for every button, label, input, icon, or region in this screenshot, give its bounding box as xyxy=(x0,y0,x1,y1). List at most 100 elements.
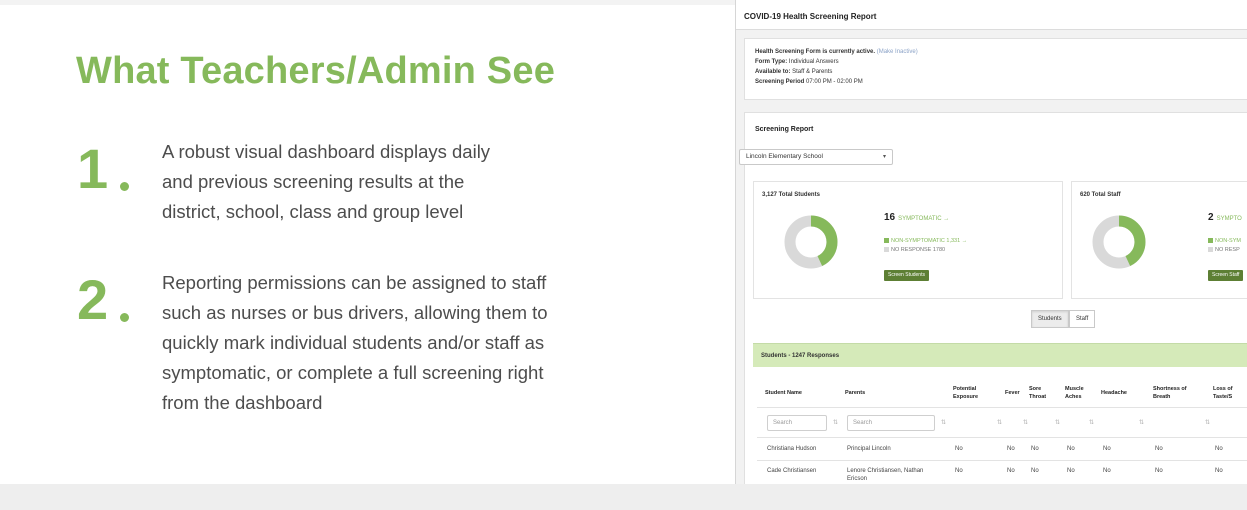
screening-period-line: Screening Period 07:00 PM - 02:00 PM xyxy=(755,79,863,85)
available-to-line: Available to: Staff & Parents xyxy=(755,69,832,75)
cell-value: No xyxy=(1031,468,1039,474)
students-donut-chart xyxy=(784,215,838,269)
legend-swatch xyxy=(1208,238,1213,244)
sort-icon[interactable]: ⇅ xyxy=(941,419,946,426)
school-select[interactable]: Lincoln Elementary School ▾ xyxy=(739,149,893,165)
school-select-value: Lincoln Elementary School xyxy=(746,153,823,160)
point-number-2: 2 xyxy=(77,268,109,331)
column-header[interactable]: Headache xyxy=(1101,389,1127,397)
cell-student-name: Cade Christiansen xyxy=(767,468,817,474)
form-info-card: Health Screening Form is currently activ… xyxy=(744,38,1247,100)
cell-student-name: Christiana Hudson xyxy=(767,446,817,452)
point-2-line: such as nurses or bus drivers, allowing … xyxy=(162,302,548,323)
screen-staff-button[interactable]: Screen Staff xyxy=(1208,270,1244,281)
total-staff-label: 620 Total Staff xyxy=(1080,192,1121,198)
staff-non-symptomatic-text: NON-SYM xyxy=(1215,238,1241,244)
responses-header: Students - 1247 Responses xyxy=(753,343,1247,367)
dashboard-screenshot: COVID-19 Health Screening Report Health … xyxy=(735,0,1247,484)
point-2-line: symptomatic, or complete a full screenin… xyxy=(162,362,544,383)
sort-icon[interactable]: ⇅ xyxy=(1205,419,1210,426)
row-divider xyxy=(757,407,1247,408)
make-inactive-link[interactable]: (Make Inactive) xyxy=(877,49,918,55)
cell-value: No xyxy=(1155,446,1163,452)
staff-symptomatic-label: SYMPTO xyxy=(1216,216,1242,222)
cell-value: No xyxy=(1103,468,1111,474)
legend-swatch xyxy=(884,247,889,253)
student-name-search[interactable]: Search xyxy=(767,415,827,431)
cell-value: No xyxy=(1031,446,1039,452)
point-2-line: quickly mark individual students and/or … xyxy=(162,332,545,353)
students-non-symptomatic[interactable]: NON-SYMPTOMATIC 1,331 → xyxy=(884,238,967,244)
sort-icon[interactable]: ⇅ xyxy=(1055,419,1060,426)
bottom-band xyxy=(0,484,1247,510)
staff-no-response-text: NO RESP xyxy=(1215,247,1240,253)
point-text-1: A robust visual dashboard displays daily… xyxy=(162,137,490,227)
dashboard-title: COVID-19 Health Screening Report xyxy=(744,12,877,21)
students-no-response-text: NO RESPONSE 1780 xyxy=(891,247,946,253)
students-symptomatic-label: SYMPTOMATIC → xyxy=(898,216,950,222)
point-2-line: from the dashboard xyxy=(162,392,323,413)
dashboard-header: COVID-19 Health Screening Report xyxy=(736,0,1247,30)
chevron-down-icon: ▾ xyxy=(882,154,886,160)
form-type-value: Individual Answers xyxy=(788,59,839,65)
sort-icon[interactable]: ⇅ xyxy=(997,419,1002,426)
point-text-2: Reporting permissions can be assigned to… xyxy=(162,268,548,418)
row-divider xyxy=(757,460,1247,461)
parents-search[interactable]: Search xyxy=(847,415,935,431)
column-header[interactable]: Muscle Aches xyxy=(1065,385,1091,401)
students-summary: 3,127 Total Students 16 SYMPTOMATIC → NON… xyxy=(753,181,1063,299)
point-dot-2 xyxy=(120,313,129,322)
tab-staff[interactable]: Staff xyxy=(1069,310,1096,328)
point-2-line: Reporting permissions can be assigned to… xyxy=(162,272,547,293)
cell-value: No xyxy=(955,468,963,474)
responses-table: Student Name Parents Potential Exposure … xyxy=(753,367,1247,484)
cell-value: No xyxy=(1067,446,1075,452)
total-students-label: 3,127 Total Students xyxy=(762,192,820,198)
column-header[interactable]: Student Name xyxy=(765,389,802,397)
available-to-label: Available to: xyxy=(755,69,791,75)
cell-value: No xyxy=(955,446,963,452)
students-symptomatic[interactable]: 16 SYMPTOMATIC → xyxy=(884,212,949,223)
form-type-line: Form Type: Individual Answers xyxy=(755,59,839,65)
screening-period-value: 07:00 PM - 02:00 PM xyxy=(806,79,863,85)
sort-icon[interactable]: ⇅ xyxy=(1023,419,1028,426)
cell-value: No xyxy=(1007,446,1015,452)
point-dot-1 xyxy=(120,182,129,191)
sort-icon[interactable]: ⇅ xyxy=(1089,419,1094,426)
cell-value: No xyxy=(1215,446,1223,452)
column-header[interactable]: Potential Exposure xyxy=(953,385,993,401)
available-to-value: Staff & Parents xyxy=(792,69,833,75)
form-type-label: Form Type: xyxy=(755,59,788,65)
staff-non-symptomatic[interactable]: NON-SYM xyxy=(1208,238,1241,244)
point-1-line: district, school, class and group level xyxy=(162,201,464,222)
tab-students[interactable]: Students xyxy=(1031,310,1069,328)
column-header[interactable]: Loss of Taste/S xyxy=(1213,385,1247,401)
screening-report-card: Screening Report Lincoln Elementary Scho… xyxy=(739,112,1247,484)
form-status-text: Health Screening Form is currently activ… xyxy=(755,49,876,55)
staff-symptomatic[interactable]: 2 SYMPTO xyxy=(1208,212,1242,223)
screen-students-button[interactable]: Screen Students xyxy=(884,270,929,281)
form-status-line: Health Screening Form is currently activ… xyxy=(755,49,918,55)
cell-value: No xyxy=(1103,446,1111,452)
screening-period-label: Screening Period xyxy=(755,79,805,85)
responses-count-label: Students - 1247 Responses xyxy=(761,353,840,359)
students-symptomatic-count: 16 xyxy=(884,212,896,223)
staff-no-response: NO RESP xyxy=(1208,247,1240,253)
point-number-1: 1 xyxy=(77,137,109,200)
screening-report-title: Screening Report xyxy=(755,126,814,133)
staff-summary: 620 Total Staff 2 SYMPTO NON-SYM NO RESP … xyxy=(1071,181,1247,299)
column-header[interactable]: Parents xyxy=(845,389,865,397)
slide-title: What Teachers/Admin See xyxy=(76,50,556,92)
row-divider xyxy=(757,437,1247,438)
column-header[interactable]: Sore Throat xyxy=(1029,385,1051,401)
column-header[interactable]: Fever xyxy=(1005,389,1020,397)
cell-value: No xyxy=(1067,468,1075,474)
cell-value: No xyxy=(1155,468,1163,474)
cell-parents: Lenore Christiansen, Nathan Ericson xyxy=(847,468,924,482)
sort-icon[interactable]: ⇅ xyxy=(1139,419,1144,426)
legend-swatch xyxy=(1208,247,1213,253)
cell-value: No xyxy=(1215,468,1223,474)
sort-icon[interactable]: ⇅ xyxy=(833,419,838,426)
column-header[interactable]: Shortness of Breath xyxy=(1153,385,1195,401)
students-non-symptomatic-text: NON-SYMPTOMATIC 1,331 → xyxy=(891,238,968,244)
